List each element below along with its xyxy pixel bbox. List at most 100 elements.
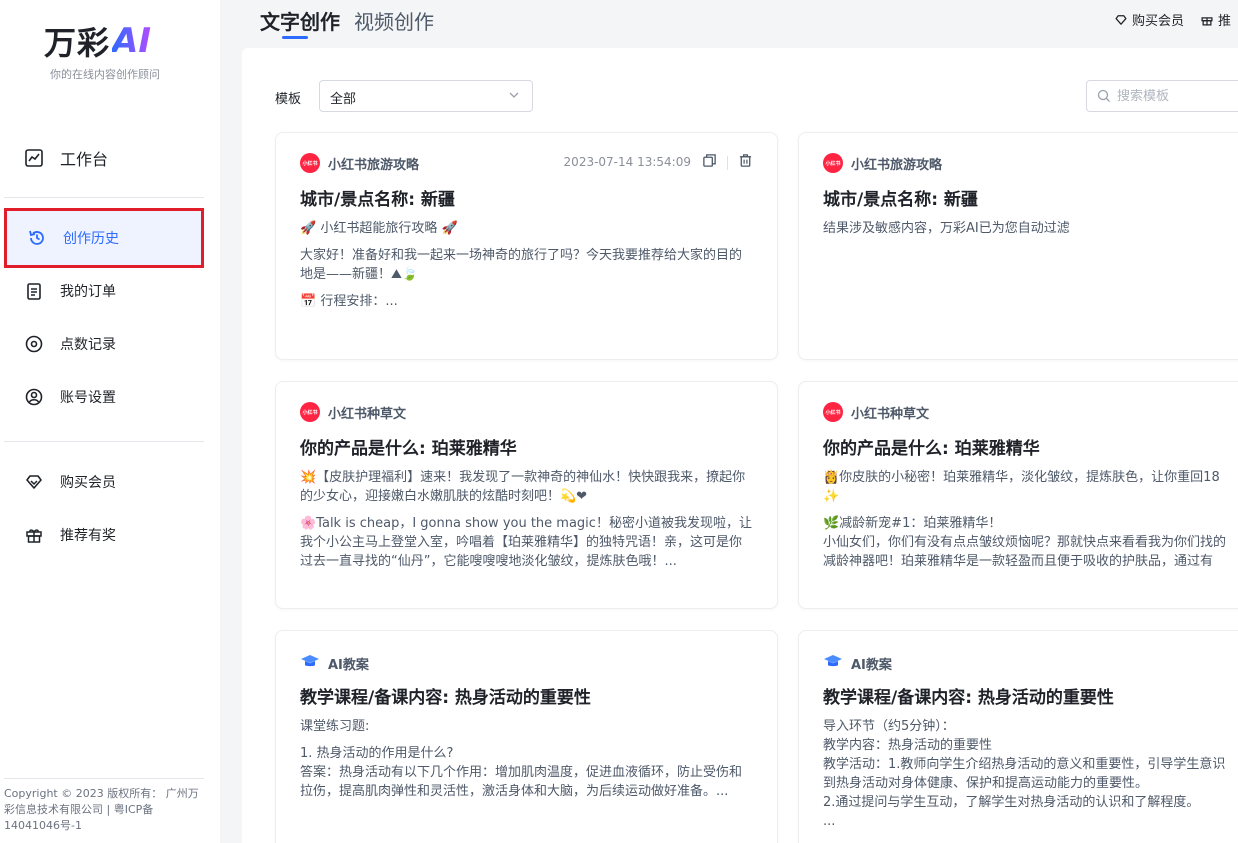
template-select-value: 全部 [330,92,357,107]
top-actions: 购买会员 推 [1114,10,1231,29]
copyright: Copyright © 2023 版权所有： 广州万彩信息技术有限公司 | 粤I… [4,787,199,832]
history-icon [27,228,47,248]
search-box [1086,80,1238,112]
sidebar-item-label: 我的订单 [60,284,116,300]
history-card[interactable]: AI教案 教学课程/备课内容: 热身活动的重要性 课堂练习题: 1. 热身活动的… [275,630,778,843]
card-line: 🚀 小红书超能旅行攻略 🚀 [300,221,458,236]
card-line: 教学活动：1.教师向学生介绍热身活动的意义和重要性，引导学生意识到热身活动对身体… [823,757,1226,791]
gift-icon [1201,16,1213,26]
divider [4,441,204,442]
graduation-cap-icon [300,651,320,675]
sidebar-item-label: 推荐有奖 [60,528,116,544]
card-line: 2.通过提问与学生互动，了解学生对热身活动的认识和了解程度。 [823,795,1200,810]
card-title: 城市/景点名称: 新疆 [823,190,978,210]
user-circle-icon [24,387,44,407]
card-category-label: 小红书种草文 [328,406,407,422]
card-preview: 🚀 小红书超能旅行攻略 🚀 大家好！准备好和我一起来一场神奇的旅行了吗？今天我要… [300,219,753,319]
history-card[interactable]: 小红书 小红书旅游攻略 2023-07-14 13:54:09 城市/景点名称:… [275,132,778,360]
card-tools [702,153,753,172]
card-category: AI教案 [300,651,369,675]
chevron-down-icon [508,89,520,105]
history-card[interactable]: 小红书 小红书旅游攻略 城市/景点名称: 新疆 结果涉及敏感内容，万彩AI已为您… [798,132,1238,360]
card-preview: 课堂练习题: 1. 热身活动的作用是什么? 答案：热身活动有以下几个作用：增加肌… [300,717,753,801]
card-category-label: 小红书旅游攻略 [851,157,943,173]
card-line: 大家好！准备好和我一起来一场神奇的旅行了吗？今天我要推荐给大家的目的地是——新疆… [300,248,743,282]
card-category: AI教案 [823,651,892,675]
card-line: 教学内容：热身活动的重要性 [823,738,993,753]
referral-label: 推 [1218,14,1232,29]
tab-bar: 文字创作 视频创作 [260,6,434,39]
card-category-label: 小红书旅游攻略 [328,157,420,173]
divider [4,778,204,779]
sidebar-item-membership[interactable]: 购买会员 [4,454,204,510]
card-line: 课堂练习题: [300,719,370,734]
tab-video-creation[interactable]: 视频创作 [354,6,434,35]
card-category-label: AI教案 [328,657,369,673]
buy-membership-label: 购买会员 [1132,14,1185,29]
search-icon [1097,89,1110,102]
card-line: 📅 行程安排：... [300,294,398,309]
card-line: 结果涉及敏感内容，万彩AI已为您自动过滤 [823,221,1070,236]
history-card[interactable]: 小红书 小红书种草文 你的产品是什么: 珀莱雅精华 👸你皮肤的小秘密！珀莱雅精华… [798,381,1238,609]
sidebar-item-label: 账号设置 [60,390,116,406]
record-icon [24,334,44,354]
card-preview: 💥【皮肤护理福利】速来！我发现了一款神奇的神仙水！快快跟我来，撩起你的少女心，迎… [300,468,753,579]
copy-icon[interactable] [702,153,717,172]
card-category: 小红书 小红书种草文 [300,402,406,422]
divider [727,155,728,170]
card-title: 你的产品是什么: 珀莱雅精华 [823,439,1040,459]
clipboard-icon [24,281,44,301]
card-category-label: AI教案 [851,657,892,673]
buy-membership-button[interactable]: 购买会员 [1114,10,1184,29]
card-timestamp: 2023-07-14 13:54:09 [563,155,691,169]
trash-icon[interactable] [738,153,753,172]
card-line: ... [823,814,836,829]
divider [4,197,204,198]
history-card[interactable]: 小红书 小红书种草文 你的产品是什么: 珀莱雅精华 💥【皮肤护理福利】速来！我发… [275,381,778,609]
card-line: 小仙女们，你们有没有点点皱纹烦恼呢？那就快点来看看我为你们找的减龄神器吧！珀莱雅… [823,535,1227,569]
gift-icon [24,525,44,545]
sidebar-item-workbench[interactable]: 工作台 [4,130,204,186]
history-card[interactable]: AI教案 教学课程/备课内容: 热身活动的重要性 导入环节（约5分钟）： 教学内… [798,630,1238,843]
card-category: 小红书 小红书种草文 [823,402,929,422]
search-input[interactable] [1117,88,1237,104]
diamond-icon [24,472,44,492]
card-line: 💥【皮肤护理福利】速来！我发现了一款神奇的神仙水！快快跟我来，撩起你的少女心，迎… [300,470,746,504]
card-preview: 导入环节（约5分钟）： 教学内容：热身活动的重要性 教学活动：1.教师向学生介绍… [823,717,1233,831]
card-category: 小红书 小红书旅游攻略 [300,153,419,173]
sidebar-item-label: 创作历史 [63,231,119,247]
card-line: 🌿减龄新宠#1：珀莱雅精华！ [823,516,1002,531]
tab-text-creation[interactable]: 文字创作 [260,6,340,39]
card-title: 教学课程/备课内容: 热身活动的重要性 [300,688,591,708]
tagline: 你的在线内容创作顾问 [50,68,160,81]
card-title: 城市/景点名称: 新疆 [300,190,455,210]
sidebar-item-referral[interactable]: 推荐有奖 [4,507,204,563]
logo-text: 万彩 [44,24,111,62]
card-line: 导入环节（约5分钟）： [823,719,955,734]
card-title: 你的产品是什么: 珀莱雅精华 [300,439,517,459]
sidebar-item-account[interactable]: 账号设置 [4,369,204,425]
card-line: 答案：热身活动有以下几个作用：增加肌肉温度，促进血液循环，防止受伤和拉伤，提高肌… [300,765,743,799]
chart-line-icon [24,148,44,168]
card-line: 1. 热身活动的作用是什么? [300,746,454,761]
logo[interactable]: 万彩 AI [44,18,151,64]
sidebar-item-label: 点数记录 [60,337,116,353]
card-category: 小红书 小红书旅游攻略 [823,153,942,173]
sidebar-item-label: 工作台 [60,150,109,169]
card-title: 教学课程/备课内容: 热身活动的重要性 [823,688,1114,708]
referral-button[interactable]: 推 [1200,10,1231,29]
xiaohongshu-logo-icon: 小红书 [300,153,320,173]
card-preview: 👸你皮肤的小秘密！珀莱雅精华，淡化皱纹，提炼肤色，让你重回18 ✨ 🌿减龄新宠#… [823,468,1233,579]
sidebar-item-orders[interactable]: 我的订单 [4,263,204,319]
sidebar-item-points[interactable]: 点数记录 [4,316,204,372]
xiaohongshu-logo-icon: 小红书 [300,402,320,422]
sidebar-item-history[interactable]: 创作历史 [4,208,204,268]
template-select[interactable]: 全部 [319,80,533,112]
card-preview: 结果涉及敏感内容，万彩AI已为您自动过滤 [823,219,1233,246]
sidebar: 万彩 AI 你的在线内容创作顾问 工作台 创作历史 我的订单 点数记录 账号设置 [0,0,220,843]
diamond-icon [1115,14,1127,25]
template-filter-label: 模板 [275,92,302,107]
sidebar-item-label: 购买会员 [60,475,116,491]
card-category-label: 小红书种草文 [851,406,930,422]
logo-ai-mark: AI [112,21,151,61]
